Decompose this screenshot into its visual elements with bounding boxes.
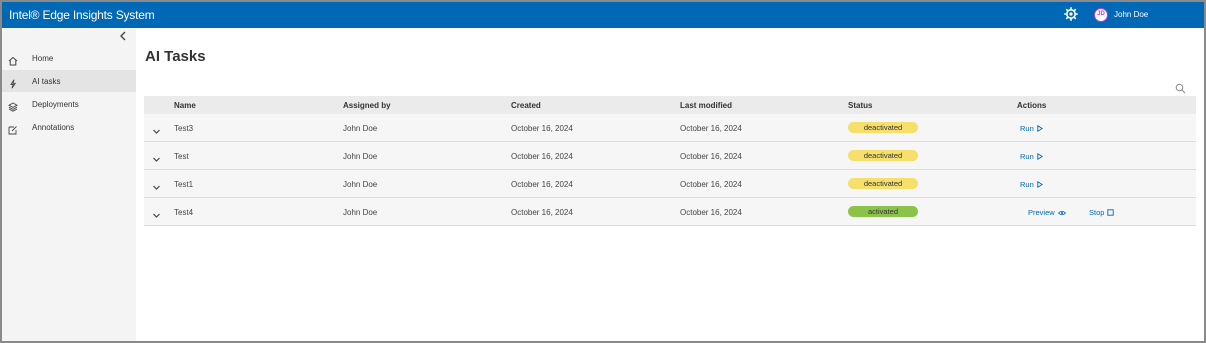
chevron-down-icon[interactable] <box>152 151 161 162</box>
app-title: Intel® Edge Insights System <box>9 8 155 22</box>
assigned-by: John Doe <box>343 208 378 217</box>
search-icon[interactable] <box>1175 81 1186 94</box>
table-header: Name Assigned by Created Last modified S… <box>144 96 1196 114</box>
created-date: October 16, 2024 <box>511 124 573 133</box>
table-row[interactable]: Test4 John Doe October 16, 2024 October … <box>144 198 1196 226</box>
sidebar-item-label: Deployments <box>32 100 79 109</box>
sidebar-item-home[interactable]: Home <box>2 47 136 69</box>
assigned-by: John Doe <box>343 152 378 161</box>
table-row[interactable]: Test3 John Doe October 16, 2024 October … <box>144 114 1196 142</box>
run-label: Run <box>1020 124 1034 133</box>
sidebar-item-deployments[interactable]: Deployments <box>2 93 136 115</box>
task-name: Test <box>174 152 189 161</box>
status-badge: deactivated <box>848 150 918 161</box>
run-button[interactable]: Run <box>1020 152 1043 161</box>
avatar[interactable]: JD <box>1094 8 1108 22</box>
created-date: October 16, 2024 <box>511 180 573 189</box>
sidebar-item-label: Annotations <box>32 123 75 132</box>
last-modified-date: October 16, 2024 <box>680 180 742 189</box>
page-title: AI Tasks <box>145 48 206 65</box>
play-icon <box>1037 180 1043 189</box>
sidebar-item-label: Home <box>32 54 54 63</box>
eye-icon <box>1057 210 1066 216</box>
task-name: Test4 <box>174 208 194 217</box>
run-label: Run <box>1020 180 1034 189</box>
stop-button[interactable]: Stop <box>1089 208 1115 217</box>
status-badge: activated <box>848 206 918 217</box>
assigned-by: John Doe <box>343 124 378 133</box>
created-date: October 16, 2024 <box>511 208 573 217</box>
column-header-actions: Actions <box>1017 101 1047 110</box>
last-modified-date: October 16, 2024 <box>680 124 742 133</box>
top-bar: Intel® Edge Insights System JD John Doe <box>2 2 1204 28</box>
run-button[interactable]: Run <box>1020 124 1043 133</box>
sidebar-item-label: AI tasks <box>32 77 61 86</box>
ai-tasks-table: Name Assigned by Created Last modified S… <box>144 96 1196 226</box>
chevron-down-icon[interactable] <box>152 207 161 218</box>
status-badge: deactivated <box>848 178 918 189</box>
sidebar-item-ai-tasks[interactable]: AI tasks <box>2 70 136 92</box>
ai-tasks-icon <box>8 76 18 89</box>
chevron-down-icon[interactable] <box>152 179 161 190</box>
table-row[interactable]: Test1 John Doe October 16, 2024 October … <box>144 170 1196 198</box>
task-name: Test3 <box>174 124 194 133</box>
run-button[interactable]: Run <box>1020 180 1043 189</box>
play-icon <box>1037 152 1043 161</box>
last-modified-date: October 16, 2024 <box>680 152 742 161</box>
sidebar: Home AI tasks Deployments Annotations <box>2 28 136 341</box>
play-icon <box>1037 124 1043 133</box>
preview-label: Preview <box>1028 208 1055 217</box>
app-frame: Intel® Edge Insights System JD John Doe <box>2 2 1204 341</box>
collapse-sidebar-icon[interactable] <box>119 31 127 44</box>
sidebar-item-annotations[interactable]: Annotations <box>2 116 136 138</box>
column-header-name[interactable]: Name <box>174 101 196 110</box>
task-name: Test1 <box>174 180 194 189</box>
column-header-last-modified[interactable]: Last modified <box>680 101 732 110</box>
home-icon <box>8 53 18 66</box>
preview-button[interactable]: Preview <box>1028 208 1066 217</box>
assigned-by: John Doe <box>343 180 378 189</box>
last-modified-date: October 16, 2024 <box>680 208 742 217</box>
column-header-status[interactable]: Status <box>848 101 872 110</box>
gear-icon[interactable] <box>1064 7 1078 21</box>
deployments-icon <box>8 99 18 112</box>
created-date: October 16, 2024 <box>511 152 573 161</box>
column-header-created[interactable]: Created <box>511 101 541 110</box>
annotations-icon <box>8 122 18 135</box>
user-name[interactable]: John Doe <box>1114 10 1148 19</box>
table-row[interactable]: Test John Doe October 16, 2024 October 1… <box>144 142 1196 170</box>
stop-label: Stop <box>1089 208 1105 217</box>
chevron-down-icon[interactable] <box>152 123 161 134</box>
status-badge: deactivated <box>848 122 918 133</box>
run-label: Run <box>1020 152 1034 161</box>
column-header-assigned-by[interactable]: Assigned by <box>343 101 391 110</box>
stop-icon <box>1107 209 1115 216</box>
